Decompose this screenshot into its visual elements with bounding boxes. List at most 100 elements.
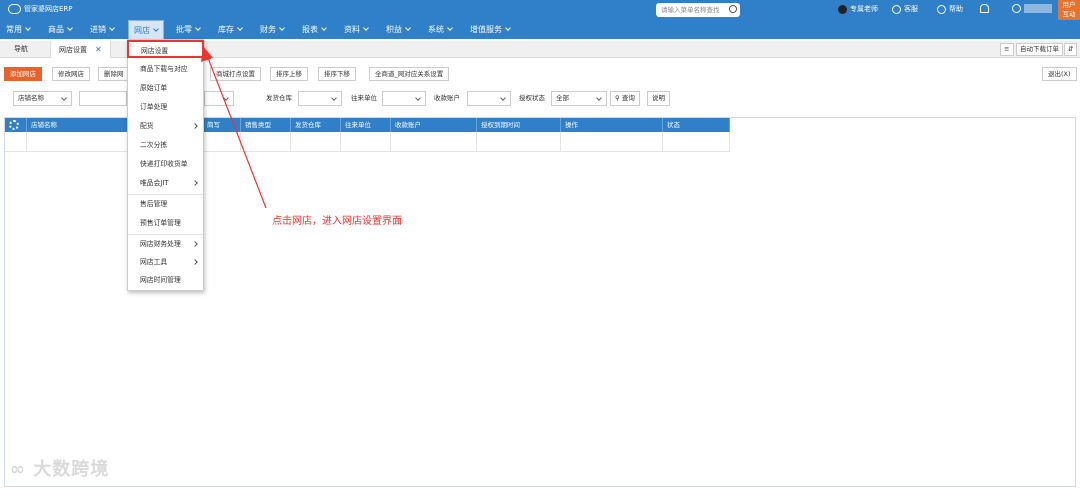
user-tag-line2: 互动	[1062, 10, 1076, 18]
menu-item-shop-tools[interactable]: 网店工具	[128, 253, 203, 271]
chevron-down-icon	[223, 95, 229, 101]
top-bar: 管家婆网店ERP 请输入菜单名称查找 专属老师 客服 帮助 用户 互动	[0, 0, 1080, 20]
tab-navigation[interactable]: 导航	[6, 41, 36, 58]
ship-warehouse-select[interactable]	[298, 91, 342, 106]
col-trade-unit[interactable]: 往来单位	[341, 118, 391, 132]
add-shop-button[interactable]: 添加网店	[4, 67, 42, 81]
close-icon[interactable]: ✕	[95, 45, 102, 54]
col-abbr[interactable]: 简写	[203, 118, 241, 132]
help-label: 帮助	[949, 5, 963, 13]
headset-icon	[892, 4, 901, 14]
chevron-down-icon	[363, 25, 369, 31]
menu-item-presale-orders[interactable]: 预售订单管理	[128, 214, 203, 232]
chevron-right-icon	[192, 241, 198, 247]
chevron-down-icon	[279, 25, 285, 31]
user-menu[interactable]: 专属老师	[838, 4, 878, 14]
trade-unit-select[interactable]	[382, 91, 426, 106]
main-nav: 常用 商品 进销 网店 批零 库存 财务 报表 资料 积益 系统 增值服务	[0, 20, 1080, 39]
help-icon	[937, 4, 946, 14]
chevron-right-icon	[192, 180, 198, 186]
menu-item-raw-orders[interactable]: 原始订单	[128, 79, 203, 97]
col-auth-expiry[interactable]: 授权到期时间	[477, 118, 561, 132]
table-header: 店铺名称 简写 销售类型 发货仓库 往来单位 收款账户 授权到期时间 操作 状态	[5, 118, 730, 132]
chevron-down-icon	[321, 25, 327, 31]
user-name: 专属老师	[850, 5, 878, 13]
chevron-down-icon	[331, 95, 337, 101]
column-settings[interactable]	[5, 118, 27, 132]
expand-icon[interactable]: ⇵	[1064, 43, 1077, 56]
cloud-icon	[8, 4, 21, 14]
auth-status-select[interactable]: 全部	[551, 91, 607, 106]
menu-item-secondary-sorting[interactable]: 二次分拣	[128, 136, 203, 154]
bell-shape	[980, 4, 989, 13]
shop-name-input[interactable]	[79, 91, 127, 106]
nav-item-value-added[interactable]: 增值服务	[470, 20, 511, 39]
chevron-down-icon	[415, 95, 421, 101]
move-down-button[interactable]: 排序下移	[318, 67, 356, 81]
col-warehouse[interactable]: 发货仓库	[291, 118, 341, 132]
mall-address-button[interactable]: 商城打点设置	[210, 67, 261, 81]
sales-type-select[interactable]	[204, 91, 234, 106]
menu-item-shop-settings[interactable]: 网店设置	[127, 40, 204, 58]
menu-item-after-sales[interactable]: 售后管理	[128, 195, 203, 213]
receive-account-select[interactable]	[467, 91, 511, 106]
batch-settings-button[interactable]: 全商道_网对应关系设置	[369, 67, 450, 81]
settings-icon[interactable]	[1012, 4, 1052, 13]
table-row[interactable]	[5, 132, 730, 152]
menu-item-vip-jit[interactable]: 唯品会JIT	[128, 174, 203, 192]
edit-shop-button[interactable]: 修改网店	[52, 67, 90, 81]
gear-small-icon	[1012, 4, 1021, 13]
exit-button[interactable]: 退出(X)	[1042, 67, 1077, 81]
nav-item-benefits[interactable]: 积益	[386, 20, 411, 39]
col-account[interactable]: 收款账户	[391, 118, 477, 132]
nav-item-online-store[interactable]: 网店	[128, 20, 164, 39]
gear-icon	[9, 120, 19, 130]
nav-item-inventory[interactable]: 库存	[218, 20, 243, 39]
penguin-icon	[838, 4, 847, 14]
query-button[interactable]: ⚲ 查询	[610, 91, 640, 106]
delete-shop-button[interactable]: 删除网	[98, 67, 130, 81]
help-link[interactable]: 帮助	[937, 4, 963, 14]
nav-item-purchase-sales[interactable]: 进销	[90, 20, 115, 39]
nav-item-data[interactable]: 资料	[344, 20, 369, 39]
watermark: ∞ 大数跨境	[10, 459, 110, 480]
chevron-down-icon	[596, 95, 602, 101]
menu-item-product-download[interactable]: 商品下载与对应	[128, 60, 203, 78]
menu-search-input[interactable]: 请输入菜单名称查找	[656, 3, 740, 17]
nav-item-goods[interactable]: 商品	[48, 20, 73, 39]
col-operation[interactable]: 操作	[561, 118, 663, 132]
move-up-button[interactable]: 排序上移	[270, 67, 308, 81]
col-status[interactable]: 状态	[663, 118, 730, 132]
chevron-down-icon	[195, 25, 201, 31]
explain-button[interactable]: 说明	[647, 91, 670, 106]
user-interaction-tag[interactable]: 用户 互动	[1058, 0, 1080, 20]
nav-item-wholesale[interactable]: 批零	[176, 20, 201, 39]
menu-item-shop-time[interactable]: 网店时间管理	[128, 271, 203, 289]
col-sales-type[interactable]: 销售类型	[241, 118, 291, 132]
nav-item-reports[interactable]: 报表	[302, 20, 327, 39]
service-link[interactable]: 客服	[892, 4, 918, 14]
chevron-down-icon	[109, 25, 115, 31]
nav-item-common[interactable]: 常用	[6, 20, 31, 39]
chevron-down-icon	[237, 25, 243, 31]
blurred-account	[1024, 4, 1052, 13]
shop-name-select[interactable]: 店铺名称	[13, 91, 72, 106]
service-label: 客服	[904, 5, 918, 13]
nav-item-system[interactable]: 系统	[428, 20, 453, 39]
menu-item-picking[interactable]: 配货	[128, 117, 203, 135]
list-icon[interactable]: ≡	[1000, 43, 1014, 56]
app-name: 管家婆网店ERP	[24, 5, 73, 13]
nav-item-finance[interactable]: 财务	[260, 20, 285, 39]
menu-item-express-print[interactable]: 快递打印收货单	[128, 155, 203, 173]
bell-icon[interactable]	[980, 4, 989, 13]
chevron-down-icon	[61, 95, 67, 101]
user-tag-line1: 用户	[1062, 1, 1076, 9]
tab-shop-settings[interactable]: 网店设置 ✕	[50, 41, 111, 58]
chevron-down-icon	[153, 26, 159, 32]
menu-item-shop-finance[interactable]: 网店财务处理	[128, 235, 203, 253]
online-store-dropdown: 网店设置 商品下载与对应 原始订单 订单处理 配货 二次分拣 快递打印收货单 唯…	[127, 39, 204, 291]
auto-download-button[interactable]: 自动下载订单	[1016, 43, 1063, 56]
menu-item-order-processing[interactable]: 订单处理	[128, 98, 203, 116]
search-icon[interactable]	[729, 5, 737, 13]
auth-status-label: 授权状态	[519, 94, 545, 102]
